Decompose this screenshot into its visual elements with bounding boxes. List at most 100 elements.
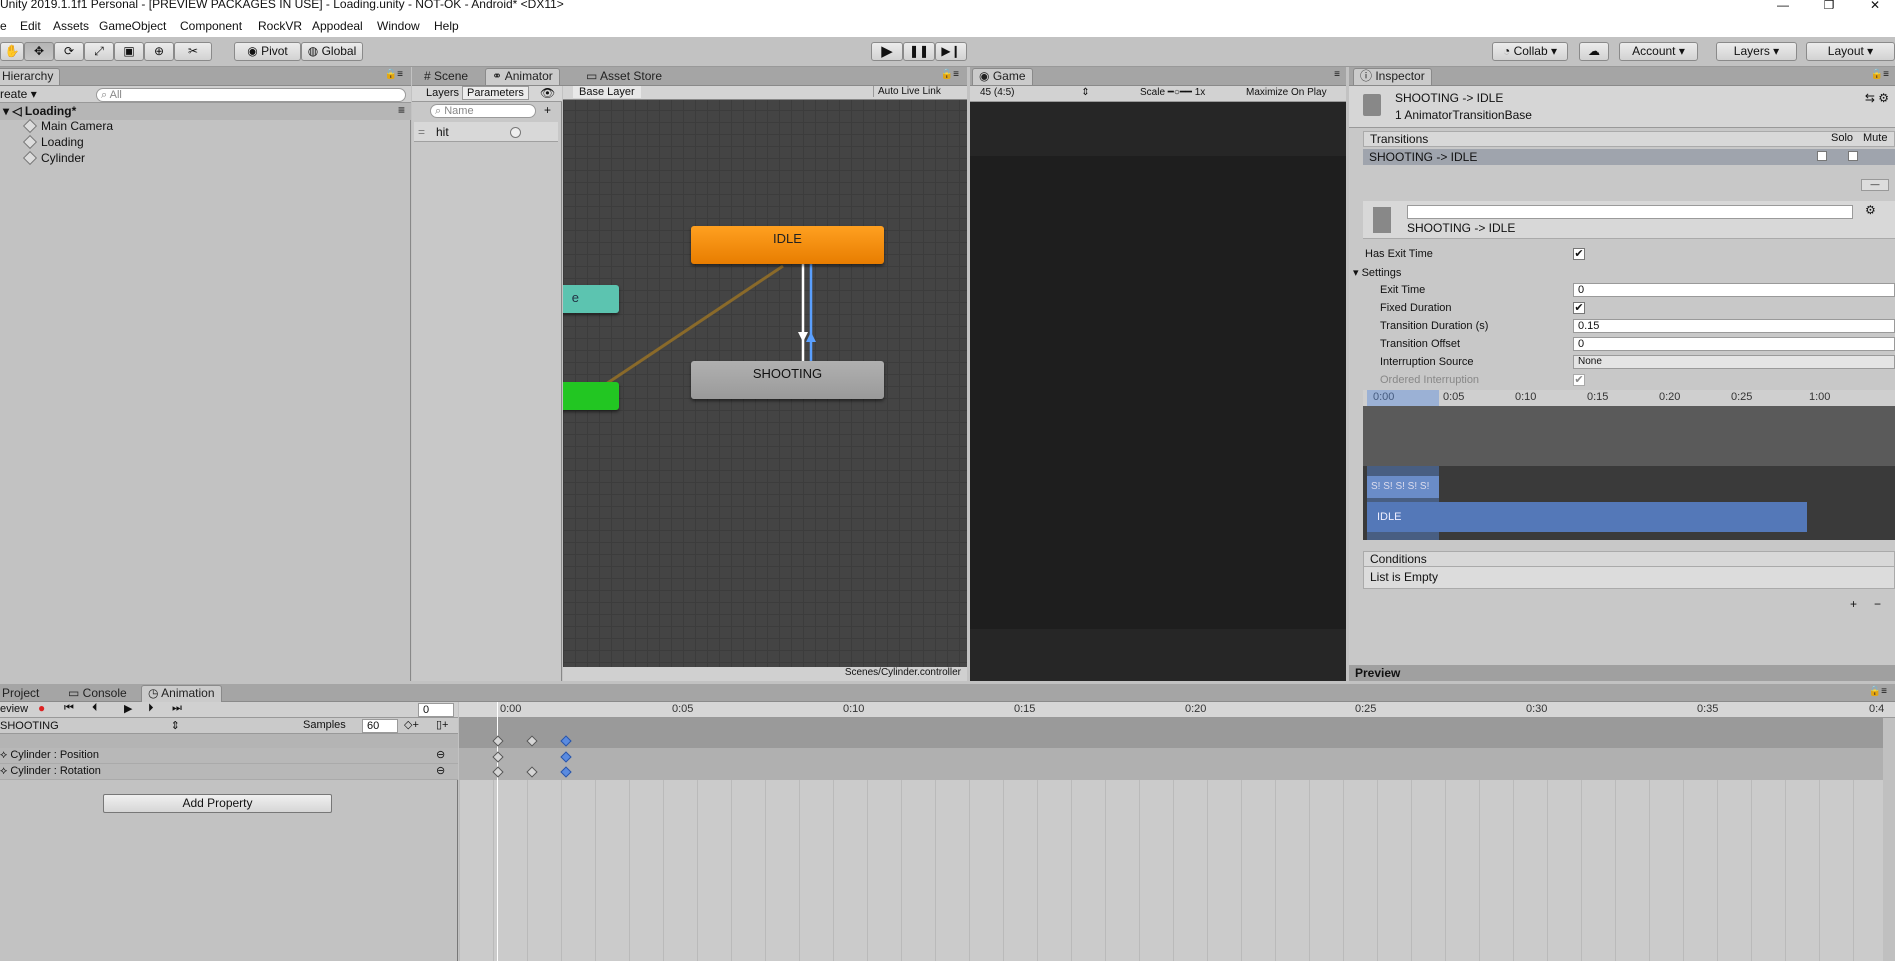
hand-tool-icon[interactable]: ✋ (0, 42, 24, 61)
has-exit-time-checkbox[interactable]: ✔ (1573, 248, 1585, 260)
add-condition-button[interactable]: + (1850, 597, 1857, 611)
panel-menu-icon[interactable]: 🔒≡ (1869, 686, 1887, 697)
add-keyframe-icon[interactable]: ◇+ (404, 718, 419, 731)
last-key-button[interactable]: ⏭ (172, 702, 182, 715)
record-button[interactable]: ● (38, 701, 45, 715)
tab-game[interactable]: ◉ Game (972, 68, 1033, 85)
menu-appodeal[interactable]: Appodeal (312, 19, 363, 33)
prev-key-button[interactable]: ⏴ (92, 702, 98, 715)
state-node-entry[interactable] (563, 382, 619, 410)
dopesheet[interactable]: 0:00 0:05 0:10 0:15 0:20 0:25 0:30 0:35 … (459, 702, 1895, 961)
settings-gear-icon[interactable]: ⇆ ⚙ (1865, 91, 1889, 105)
cloud-icon[interactable]: ☁ (1579, 42, 1609, 61)
custom-tool-icon[interactable]: ✂ (174, 42, 212, 61)
account-dropdown[interactable]: Account ▾ (1619, 42, 1698, 61)
tab-project[interactable]: Project (0, 686, 45, 702)
menu-window[interactable]: Window (377, 19, 420, 33)
add-event-icon[interactable]: ▯+ (436, 718, 448, 731)
exit-time-input[interactable]: 0 (1573, 283, 1895, 297)
tab-animation[interactable]: ◷ Animation (141, 685, 222, 702)
pivot-toggle[interactable]: ◉ Pivot (234, 42, 301, 61)
panel-menu-icon[interactable]: 🔒≡ (385, 69, 403, 80)
step-button[interactable]: ▶❙ (935, 42, 967, 61)
scene-row[interactable]: ▾ ◁ Loading* ≡ (0, 103, 411, 120)
parameter-search-input[interactable]: ⌕ Name (430, 104, 536, 118)
scale-slider[interactable]: Scale ━○━━ 1x (1140, 87, 1205, 98)
menu-help[interactable]: Help (434, 19, 459, 33)
transition-offset-input[interactable]: 0 (1573, 337, 1895, 351)
scale-tool-icon[interactable]: ⤢ (84, 42, 114, 61)
settings-foldout[interactable]: ▾ Settings (1353, 266, 1401, 279)
parameter-row[interactable]: = hit (414, 122, 558, 142)
tab-animator[interactable]: ⚭ Animator (485, 68, 560, 85)
state-node-shooting[interactable]: SHOOTING (691, 361, 884, 399)
property-menu-icon[interactable]: ⊖ (436, 748, 445, 761)
fixed-duration-checkbox[interactable]: ✔ (1573, 302, 1585, 314)
add-property-button[interactable]: Add Property (103, 794, 332, 813)
panel-menu-icon[interactable]: ≡ (1334, 69, 1340, 80)
preview-toggle[interactable]: eview (0, 703, 28, 715)
tab-asset-store[interactable]: ▭ Asset Store (580, 69, 668, 85)
property-menu-icon[interactable]: ⊖ (436, 764, 445, 777)
state-node-any[interactable]: e (563, 285, 619, 313)
trigger-radio[interactable] (510, 127, 521, 138)
maximize-on-play-toggle[interactable]: Maximize On Play (1246, 87, 1327, 98)
destination-state-track[interactable]: IDLE (1367, 502, 1807, 532)
scene-menu-icon[interactable]: ≡ (398, 103, 405, 117)
tab-console[interactable]: ▭ Console (62, 686, 133, 702)
ordered-interruption-checkbox[interactable]: ✔ (1573, 374, 1585, 386)
source-state-track[interactable]: S! S! S! S! S! (1367, 476, 1439, 498)
first-key-button[interactable]: ⏮ (64, 702, 74, 715)
layers-dropdown[interactable]: Layers ▾ (1716, 42, 1797, 61)
clip-dropdown[interactable]: SHOOTING ⇕ (0, 719, 180, 732)
tab-hierarchy[interactable]: Hierarchy (0, 68, 61, 85)
rect-tool-icon[interactable]: ▣ (114, 42, 144, 61)
global-toggle[interactable]: ◍ Global (301, 42, 363, 61)
add-parameter-icon[interactable]: + (544, 103, 551, 117)
hierarchy-search-input[interactable]: ⌕ All (96, 88, 406, 102)
remove-condition-button[interactable]: − (1874, 597, 1881, 611)
panel-menu-icon[interactable]: 🔒≡ (1871, 69, 1889, 80)
interruption-source-dropdown[interactable]: None (1573, 355, 1895, 369)
transition-list-item[interactable]: SHOOTING -> IDLE (1363, 149, 1895, 165)
vertical-scrollbar[interactable] (1883, 718, 1895, 961)
samples-input[interactable]: 60 (362, 719, 398, 733)
remove-transition-button[interactable]: — (1861, 179, 1889, 191)
transform-tool-icon[interactable]: ⊕ (144, 42, 174, 61)
gear-icon[interactable]: ⚙ (1865, 203, 1876, 217)
transition-name-input[interactable] (1407, 205, 1853, 219)
layout-dropdown[interactable]: Layout ▾ (1806, 42, 1895, 61)
hierarchy-item-cylinder[interactable]: Cylinder (22, 150, 85, 166)
hierarchy-item-loading[interactable]: Loading (22, 134, 84, 150)
property-row[interactable]: ⟡ Cylinder : Position ⊖ (0, 748, 458, 764)
subtab-layers[interactable]: Layers (426, 87, 459, 99)
drag-handle-icon[interactable]: = (418, 125, 425, 139)
tab-scene[interactable]: # Scene (418, 69, 474, 85)
mute-checkbox[interactable] (1848, 151, 1858, 161)
move-tool-icon[interactable]: ✥ (24, 42, 54, 61)
rotate-tool-icon[interactable]: ⟳ (54, 42, 84, 61)
solo-checkbox[interactable] (1817, 151, 1827, 161)
animator-graph[interactable]: Base Layer Auto Live Link IDLE e SHOOTIN… (563, 86, 967, 681)
pause-button[interactable]: ❚❚ (903, 42, 935, 61)
menu-component[interactable]: Component (180, 19, 242, 33)
next-key-button[interactable]: ⏵ (148, 702, 154, 715)
transition-timeline[interactable]: 0:00 0:05 0:10 0:15 0:20 0:25 1:00 S! S!… (1363, 390, 1895, 540)
subtab-parameters[interactable]: Parameters (462, 86, 529, 100)
game-viewport[interactable] (970, 102, 1346, 681)
create-dropdown[interactable]: reate ▾ (0, 87, 37, 101)
aspect-dropdown[interactable]: 45 (4:5) ⇕ (980, 87, 1090, 98)
menu-file[interactable]: e (0, 19, 7, 33)
play-button[interactable]: ▶ (871, 42, 903, 61)
eye-icon[interactable]: 👁 (540, 86, 555, 100)
menu-edit[interactable]: Edit (20, 19, 41, 33)
play-animation-button[interactable]: ▶ (124, 702, 132, 715)
collab-dropdown[interactable]: ◔ Collab ▾ (1492, 42, 1568, 61)
menu-rockvr[interactable]: RockVR (258, 19, 302, 33)
menu-assets[interactable]: Assets (53, 19, 89, 33)
close-button[interactable]: ✕ (1852, 0, 1895, 16)
minimize-button[interactable]: — (1760, 0, 1806, 16)
preview-bar[interactable]: Preview (1349, 665, 1895, 681)
hierarchy-item-main-camera[interactable]: Main Camera (22, 118, 113, 134)
panel-menu-icon[interactable]: 🔒≡ (941, 69, 959, 80)
